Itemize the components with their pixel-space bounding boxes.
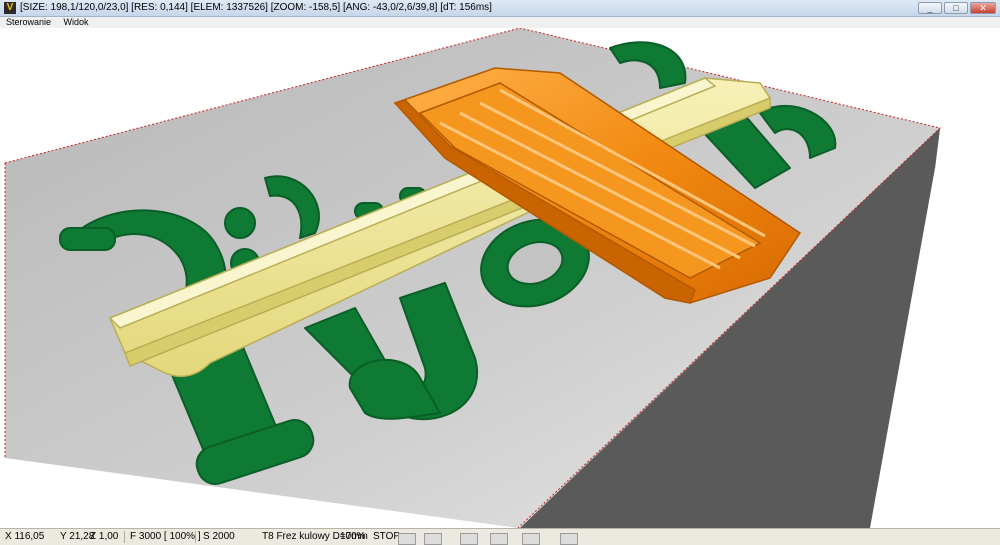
window-title: [SIZE: 198,1/120,0/23,0] [RES: 0,144] [E…	[20, 2, 492, 13]
taskbar-thumbnail[interactable]	[522, 533, 540, 545]
maximize-button[interactable]: □	[944, 2, 968, 14]
status-state: STOP	[373, 531, 401, 542]
simulation-render	[4, 27, 942, 529]
app-icon: V	[4, 2, 16, 14]
status-z: Z 1,00	[90, 531, 119, 542]
taskbar-thumbnail[interactable]	[460, 533, 478, 545]
title-bar: V [SIZE: 198,1/120,0/23,0] [RES: 0,144] …	[0, 0, 1000, 17]
menu-widok[interactable]: Widok	[64, 17, 89, 28]
status-bar: X 116,05 Y 21,28 Z 1,00 F 3000 [ 100% ] …	[0, 528, 1000, 545]
menu-sterowanie[interactable]: Sterowanie	[6, 17, 51, 28]
minimize-button[interactable]: _	[918, 2, 942, 14]
close-button[interactable]: ✕	[970, 2, 996, 14]
taskbar-thumbnail[interactable]	[560, 533, 578, 545]
status-separator	[195, 531, 196, 543]
status-progress: 100%	[340, 531, 366, 542]
taskbar-thumbnail[interactable]	[398, 533, 416, 545]
taskbar-thumbnail[interactable]	[424, 533, 442, 545]
status-spindle: S 2000	[203, 531, 235, 542]
status-x: X 116,05	[5, 531, 45, 542]
3d-viewport[interactable]	[0, 27, 1000, 529]
taskbar-thumbnail[interactable]	[490, 533, 508, 545]
status-separator	[124, 531, 125, 543]
menu-bar: Sterowanie Widok	[0, 17, 1000, 28]
status-feed: F 3000 [ 100% ]	[130, 531, 201, 542]
